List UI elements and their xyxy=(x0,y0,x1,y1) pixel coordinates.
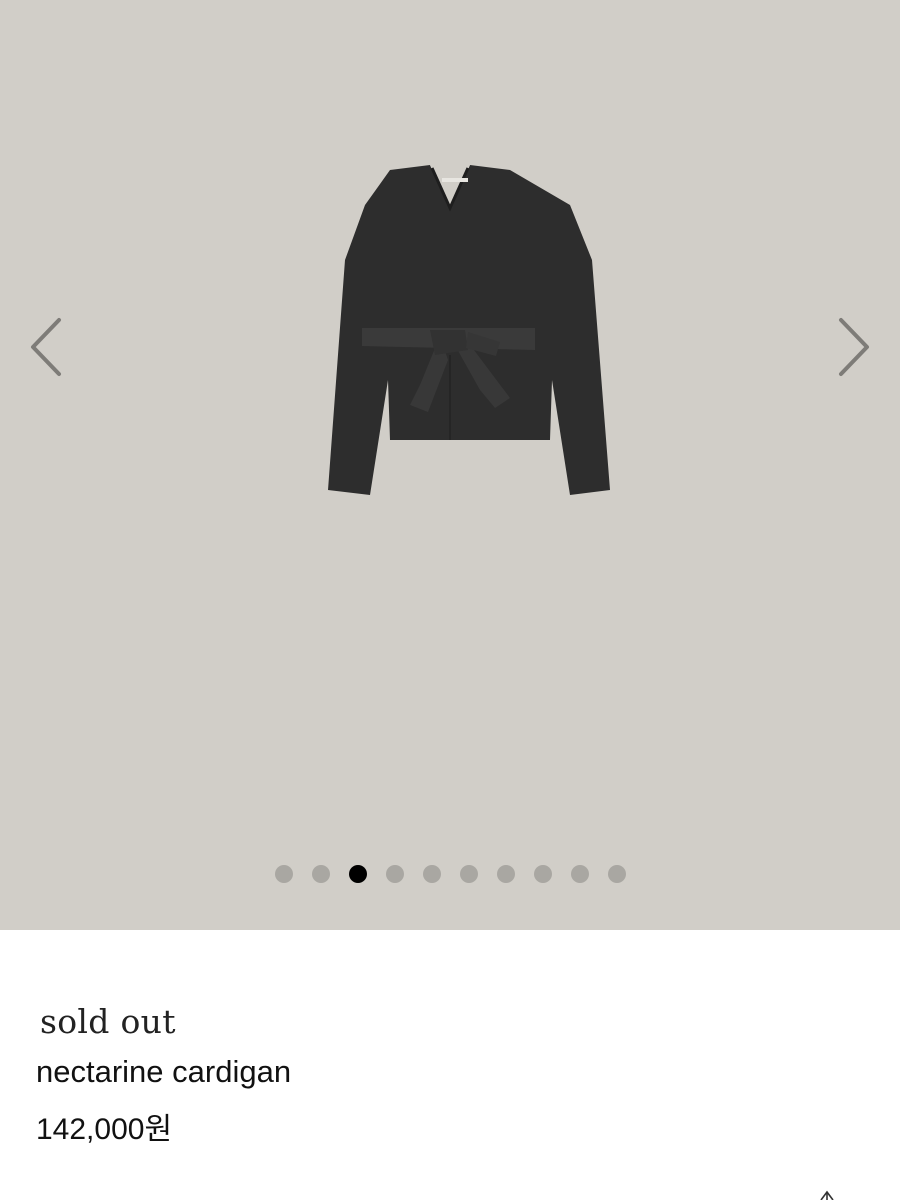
slide-dot[interactable] xyxy=(570,865,589,883)
product-price: 142,000원 xyxy=(36,1113,173,1146)
next-image-button[interactable] xyxy=(830,312,880,382)
chevron-right-icon xyxy=(839,318,869,376)
product-name[interactable]: nectarine cardigan xyxy=(36,1048,856,1096)
product-image xyxy=(328,165,610,495)
share-icon[interactable] xyxy=(816,1188,838,1200)
slide-dot[interactable] xyxy=(496,865,515,883)
product-info: sold out nectarine cardigan 142,000원 xyxy=(36,1000,856,1152)
slide-dot[interactable] xyxy=(385,865,404,883)
previous-image-button[interactable] xyxy=(20,312,70,382)
slide-dot[interactable] xyxy=(459,865,478,883)
chevron-left-icon xyxy=(31,318,61,376)
slide-dot[interactable] xyxy=(533,865,552,883)
slide-indicator xyxy=(0,865,900,883)
slide-dot[interactable] xyxy=(274,865,293,883)
slide-dot[interactable] xyxy=(607,865,626,883)
slide-dot[interactable] xyxy=(311,865,330,883)
slide-dot-active[interactable] xyxy=(348,865,367,883)
slide-dot[interactable] xyxy=(422,865,441,883)
product-image-gallery[interactable] xyxy=(0,0,900,930)
sold-out-label: sold out xyxy=(40,1002,176,1041)
